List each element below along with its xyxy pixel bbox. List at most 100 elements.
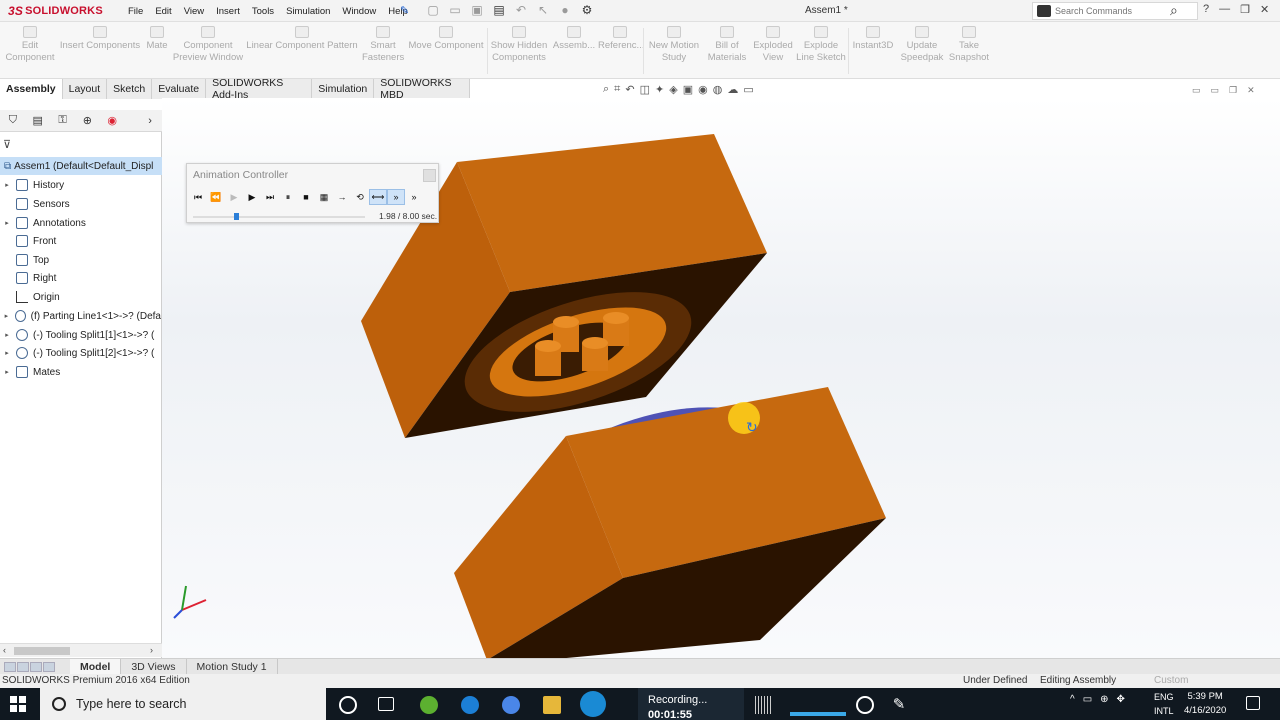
pen-icon[interactable]: ✎ — [890, 696, 908, 714]
expand-panel-icon[interactable]: › — [138, 112, 162, 130]
feature-tree-tab-icon[interactable]: ⛉ — [1, 112, 25, 130]
task-view-icon[interactable] — [378, 697, 394, 711]
tree-horizontal-scrollbar[interactable]: ‹ › — [0, 643, 162, 657]
fast-play-icon[interactable]: » — [405, 189, 423, 205]
app-icon[interactable] — [420, 696, 438, 714]
assembly-features-button[interactable]: Assemb... — [552, 26, 596, 52]
help-icon[interactable]: ? — [1203, 3, 1209, 16]
new-motion-study-button[interactable]: New Motion Study — [646, 26, 702, 64]
linear-pattern-button[interactable]: Linear Component Pattern — [246, 26, 358, 52]
tab-addins[interactable]: SOLIDWORKS Add-Ins — [206, 77, 313, 101]
menu-tools[interactable]: Tools — [246, 6, 280, 17]
battery-icon[interactable]: ▭ — [1083, 694, 1092, 705]
first-tab-icon[interactable] — [4, 661, 16, 672]
zoom-to-fit-icon[interactable]: ⌕ — [603, 83, 609, 96]
open-icon[interactable]: ▭ — [447, 3, 463, 17]
viewport-close-icon[interactable]: ✕ — [1247, 85, 1255, 96]
slow-play-icon[interactable]: » — [387, 189, 405, 205]
recording-widget[interactable]: Recording... 00:01:55 — [638, 688, 744, 721]
pause-icon[interactable]: ⏸ — [279, 189, 297, 205]
webcam-icon[interactable] — [856, 696, 874, 714]
prev-tab-icon[interactable] — [17, 661, 29, 672]
tab-3d-views[interactable]: 3D Views — [121, 658, 187, 675]
bill-of-materials-button[interactable]: Bill of Materials — [705, 26, 749, 64]
tab-layout[interactable]: Layout — [62, 79, 108, 99]
scroll-right-icon[interactable]: › — [150, 645, 153, 655]
windows-start-icon[interactable] — [10, 696, 26, 712]
tree-item-front[interactable]: Front — [0, 232, 161, 250]
viewport-minimize-icon[interactable]: ▭ — [1211, 85, 1220, 96]
apply-scene-icon[interactable]: ☁ — [727, 83, 738, 96]
view-orientation-icon[interactable]: ◈ — [669, 83, 677, 96]
normal-mode-icon[interactable]: → — [333, 189, 351, 205]
menu-edit[interactable]: Edit — [149, 6, 177, 17]
chrome-icon[interactable] — [502, 696, 520, 714]
language-indicator[interactable]: ENG INTL — [1154, 690, 1174, 718]
update-speedpak-button[interactable]: Update Speedpak — [898, 26, 946, 64]
tab-simulation[interactable]: Simulation — [312, 79, 375, 99]
exploded-view-button[interactable]: Exploded View — [752, 26, 794, 64]
options-icon[interactable]: ⚙ — [579, 3, 595, 17]
viewport-restore-icon[interactable]: ❐ — [1229, 85, 1237, 96]
tree-item-parting-line[interactable]: ▸ (f) Parting Line1<1>->? (Defa — [0, 307, 161, 325]
units-selector[interactable]: Custom — [1154, 675, 1188, 686]
zoom-area-icon[interactable]: ⌗ — [614, 83, 620, 96]
show-hidden-button[interactable]: Show Hidden Components — [489, 26, 549, 64]
tab-sketch[interactable]: Sketch — [107, 79, 153, 99]
last-tab-icon[interactable] — [43, 661, 55, 672]
tab-model[interactable]: Model — [70, 658, 122, 675]
animation-close-button[interactable] — [423, 169, 436, 182]
rewind-icon[interactable]: ⏪ — [207, 189, 225, 205]
explode-line-sketch-button[interactable]: Explode Line Sketch — [796, 26, 846, 64]
configuration-manager-tab-icon[interactable]: ⚿ — [51, 112, 75, 130]
tree-item-origin[interactable]: Origin — [0, 288, 161, 306]
smart-fasteners-button[interactable]: Smart Fasteners — [362, 26, 404, 64]
dropbox-icon[interactable]: ✥ — [1117, 694, 1125, 705]
search-input[interactable] — [1055, 6, 1165, 16]
taskbar-clock[interactable]: 5:39 PM 4/16/2020 — [1184, 690, 1226, 718]
display-manager-tab-icon[interactable]: ◉ — [100, 112, 124, 130]
edit-component-button[interactable]: Edit Component — [2, 26, 58, 64]
undo-icon[interactable]: ↶ — [513, 3, 529, 17]
take-snapshot-button[interactable]: Take Snapshot — [946, 26, 992, 64]
tab-evaluate[interactable]: Evaluate — [152, 79, 207, 99]
next-tab-icon[interactable] — [30, 661, 42, 672]
solidworks-logo[interactable]: 3S SOLIDWORKS — [8, 3, 103, 19]
animation-timeline-slider[interactable] — [193, 216, 365, 218]
menu-simulation[interactable]: Simulation — [280, 6, 336, 17]
play-icon[interactable]: ▶ — [243, 189, 261, 205]
expand-arrow-icon[interactable]: ▸ — [2, 331, 12, 339]
move-component-button[interactable]: Move Component — [406, 26, 486, 52]
network-icon[interactable]: ⊕ — [1100, 694, 1108, 705]
scroll-thumb[interactable] — [14, 647, 70, 655]
insert-components-button[interactable]: Insert Components — [58, 26, 142, 52]
tree-root-assembly[interactable]: ⧉ Assem1 (Default<Default_Displ — [0, 157, 162, 175]
minimize-icon[interactable]: — — [1219, 3, 1230, 16]
section-view-icon[interactable]: ◫ — [640, 83, 650, 96]
expand-arrow-icon[interactable]: ▸ — [2, 312, 11, 320]
mate-button[interactable]: Mate — [142, 26, 172, 52]
display-style-icon[interactable]: ▣ — [683, 83, 693, 96]
dimxpert-tab-icon[interactable]: ⊕ — [75, 112, 99, 130]
tree-item-tooling-split-1[interactable]: ▸ (-) Tooling Split1[1]<1>->? ( — [0, 326, 161, 344]
rebuild-icon[interactable]: ● — [557, 3, 573, 17]
tab-motion-study[interactable]: Motion Study 1 — [187, 658, 278, 675]
pin-icon[interactable]: ✎ — [400, 4, 409, 17]
maximize-icon[interactable]: ❐ — [1240, 3, 1250, 16]
expand-arrow-icon[interactable]: ▸ — [2, 219, 12, 227]
save-icon[interactable]: ▣ — [469, 3, 485, 17]
close-icon[interactable]: ✕ — [1260, 3, 1269, 16]
print-icon[interactable]: ▤ — [491, 3, 507, 17]
stop-icon[interactable]: ■ — [297, 189, 315, 205]
cortana-icon[interactable] — [339, 696, 357, 714]
tree-item-sensors[interactable]: Sensors — [0, 195, 161, 213]
fast-forward-icon[interactable]: ⏭ — [261, 189, 279, 205]
file-explorer-icon[interactable] — [543, 696, 561, 714]
edit-appearance-icon[interactable]: ◍ — [713, 83, 723, 96]
dynamic-annotation-icon[interactable]: ✦ — [655, 83, 664, 96]
tab-mbd[interactable]: SOLIDWORKS MBD — [374, 77, 470, 101]
expand-arrow-icon[interactable]: ▸ — [2, 368, 12, 376]
view-settings-icon[interactable]: ▭ — [743, 83, 753, 96]
expand-arrow-icon[interactable]: ▸ — [2, 181, 12, 189]
taskbar-search-box[interactable]: Type here to search — [40, 688, 326, 720]
